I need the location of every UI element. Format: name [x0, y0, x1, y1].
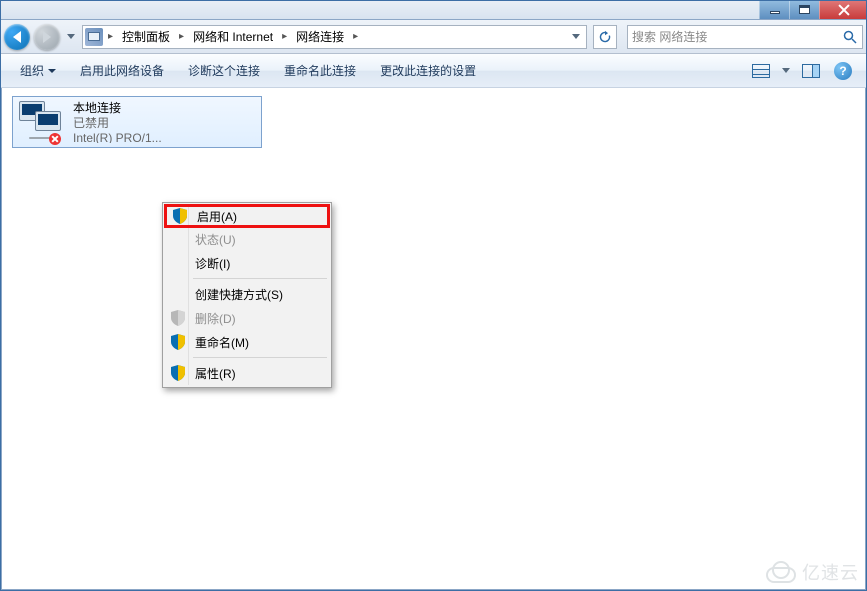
search-icon [842, 29, 858, 45]
chevron-down-icon [48, 69, 56, 73]
address-dropdown[interactable] [568, 34, 584, 39]
command-bar: 组织 启用此网络设备 诊断这个连接 重命名此连接 更改此连接的设置 ? [0, 54, 867, 88]
search-placeholder: 搜索 网络连接 [632, 28, 707, 45]
close-icon [837, 3, 851, 17]
refresh-button[interactable] [593, 25, 617, 49]
chevron-right-icon: ▸ [176, 31, 187, 42]
back-button[interactable] [4, 24, 30, 50]
cloud-icon [762, 561, 796, 583]
chevron-right-icon: ▸ [350, 31, 361, 42]
shield-icon [171, 334, 185, 350]
network-adapter-icon [19, 101, 65, 143]
context-properties[interactable]: 属性(R) [165, 361, 329, 385]
search-input[interactable]: 搜索 网络连接 [627, 25, 863, 49]
breadcrumb-network-connections[interactable]: 网络连接 [292, 28, 348, 45]
organize-menu[interactable]: 组织 [10, 58, 66, 83]
navigation-bar: ▸ 控制面板 ▸ 网络和 Internet ▸ 网络连接 ▸ 搜索 网络连接 [0, 20, 867, 54]
content-area: 本地连接 已禁用 Intel(R) PRO/1... 启用(A) 状态(U) 诊… [1, 88, 866, 590]
rename-button[interactable]: 重命名此连接 [274, 58, 366, 83]
context-rename[interactable]: 重命名(M) [165, 330, 329, 354]
watermark-text: 亿速云 [802, 559, 859, 585]
address-breadcrumb[interactable]: ▸ 控制面板 ▸ 网络和 Internet ▸ 网络连接 ▸ [82, 25, 587, 49]
breadcrumb-network-internet[interactable]: 网络和 Internet [189, 28, 277, 45]
location-icon [85, 28, 103, 46]
connection-device: Intel(R) PRO/1... [73, 131, 162, 143]
minimize-button[interactable] [759, 0, 789, 19]
watermark: 亿速云 [762, 559, 859, 585]
maximize-button[interactable] [789, 0, 819, 19]
preview-pane-button[interactable] [799, 59, 823, 83]
network-connection-item[interactable]: 本地连接 已禁用 Intel(R) PRO/1... [12, 96, 262, 148]
separator [193, 278, 327, 279]
chevron-down-icon [67, 34, 75, 39]
window-titlebar [0, 0, 867, 20]
connection-status: 已禁用 [73, 116, 162, 131]
change-settings-button[interactable]: 更改此连接的设置 [370, 58, 486, 83]
chevron-right-icon: ▸ [105, 31, 116, 42]
shield-icon [173, 208, 187, 224]
minimize-icon [770, 11, 780, 14]
context-status: 状态(U) [165, 227, 329, 251]
view-icon [752, 64, 770, 78]
close-button[interactable] [819, 0, 867, 19]
view-dropdown[interactable] [779, 58, 793, 84]
disabled-badge-icon [49, 133, 61, 145]
context-create-shortcut[interactable]: 创建快捷方式(S) [165, 282, 329, 306]
help-icon: ? [834, 62, 852, 80]
shield-icon [171, 310, 185, 326]
chevron-down-icon [782, 68, 790, 73]
breadcrumb-control-panel[interactable]: 控制面板 [118, 28, 174, 45]
connection-name: 本地连接 [73, 101, 162, 116]
separator [193, 357, 327, 358]
enable-device-button[interactable]: 启用此网络设备 [70, 58, 174, 83]
context-enable[interactable]: 启用(A) [164, 204, 330, 228]
context-delete: 删除(D) [165, 306, 329, 330]
arrow-left-icon [13, 31, 21, 43]
arrow-right-icon [43, 31, 51, 43]
context-diagnose[interactable]: 诊断(I) [165, 251, 329, 275]
refresh-icon [598, 30, 612, 44]
forward-button[interactable] [34, 24, 60, 50]
chevron-down-icon [572, 34, 580, 39]
help-button[interactable]: ? [831, 59, 855, 83]
chevron-right-icon: ▸ [279, 31, 290, 42]
pane-icon [802, 64, 820, 78]
maximize-icon [799, 5, 810, 14]
diagnose-button[interactable]: 诊断这个连接 [178, 58, 270, 83]
shield-icon [171, 365, 185, 381]
context-menu: 启用(A) 状态(U) 诊断(I) 创建快捷方式(S) 删除(D) 重命名(M)… [162, 202, 332, 388]
view-menu[interactable] [749, 59, 773, 83]
history-dropdown[interactable] [64, 24, 78, 50]
